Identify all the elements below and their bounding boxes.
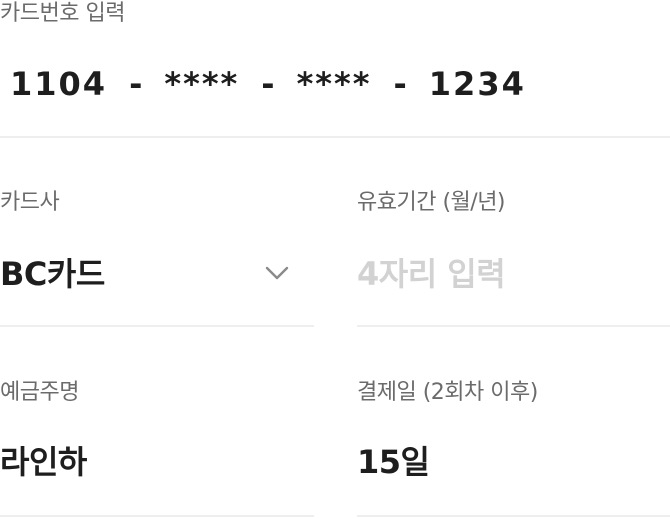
divider — [0, 515, 314, 517]
account-holder-label: 예금주명 — [0, 380, 79, 405]
account-holder-value[interactable]: 라인하 — [0, 442, 87, 482]
chevron-down-icon[interactable] — [264, 264, 290, 282]
card-number-segment-4[interactable]: 1234 — [429, 65, 526, 103]
card-number-separator: - — [261, 65, 275, 103]
card-company-selected-value: BC카드 — [0, 255, 105, 293]
card-number-label: 카드번호 입력 — [0, 1, 125, 26]
card-company-label: 카드사 — [0, 190, 60, 215]
expiry-label: 유효기간 (월/년) — [357, 190, 506, 215]
card-number-segment-1[interactable]: 1104 — [10, 65, 107, 103]
divider — [0, 136, 670, 138]
divider — [357, 515, 670, 517]
divider — [357, 325, 670, 327]
payment-day-value[interactable]: 15일 — [357, 442, 430, 482]
card-number-separator: - — [393, 65, 407, 103]
expiry-input[interactable] — [357, 252, 657, 296]
card-number-field[interactable]: 1104 - **** - **** - 1234 — [0, 62, 620, 106]
card-number-segment-3[interactable]: **** — [297, 65, 372, 103]
card-number-separator: - — [129, 65, 143, 103]
divider — [0, 325, 314, 327]
payment-day-label: 결제일 (2회차 이후) — [357, 380, 538, 405]
card-number-segment-2[interactable]: **** — [164, 65, 239, 103]
